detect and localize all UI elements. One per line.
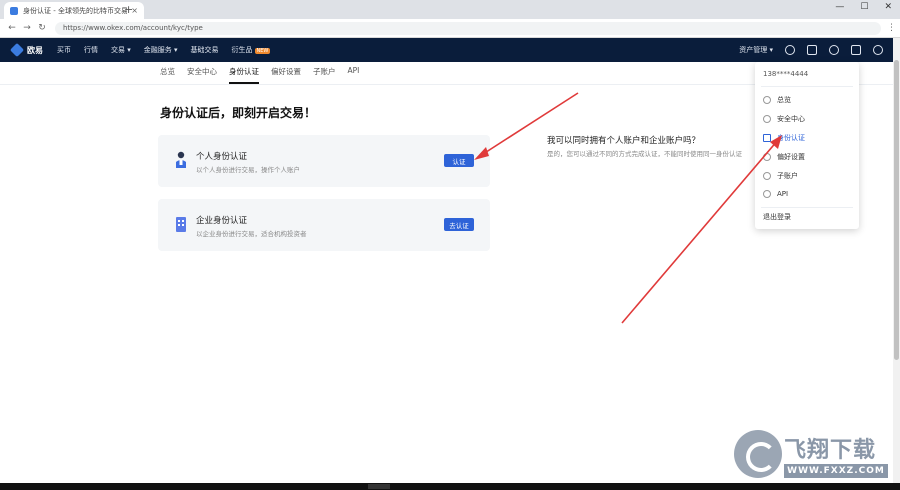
watermark: 飞翔下载 WWW.FXXZ.COM <box>734 430 890 482</box>
watermark-text: 飞翔下载 <box>784 438 877 463</box>
annotation-arrows <box>474 92 782 324</box>
arrow-to-personal-button <box>479 92 579 157</box>
watermark-url: WWW.FXXZ.COM <box>784 464 888 478</box>
watermark-logo-icon <box>734 430 782 478</box>
os-taskbar <box>0 483 900 490</box>
vertical-scrollbar[interactable] <box>893 38 900 483</box>
arrow-head-personal <box>474 147 489 160</box>
arrow-to-identity-menu <box>621 139 779 324</box>
scrollbar-thumb[interactable] <box>894 60 899 360</box>
taskbar-app[interactable] <box>368 484 390 489</box>
